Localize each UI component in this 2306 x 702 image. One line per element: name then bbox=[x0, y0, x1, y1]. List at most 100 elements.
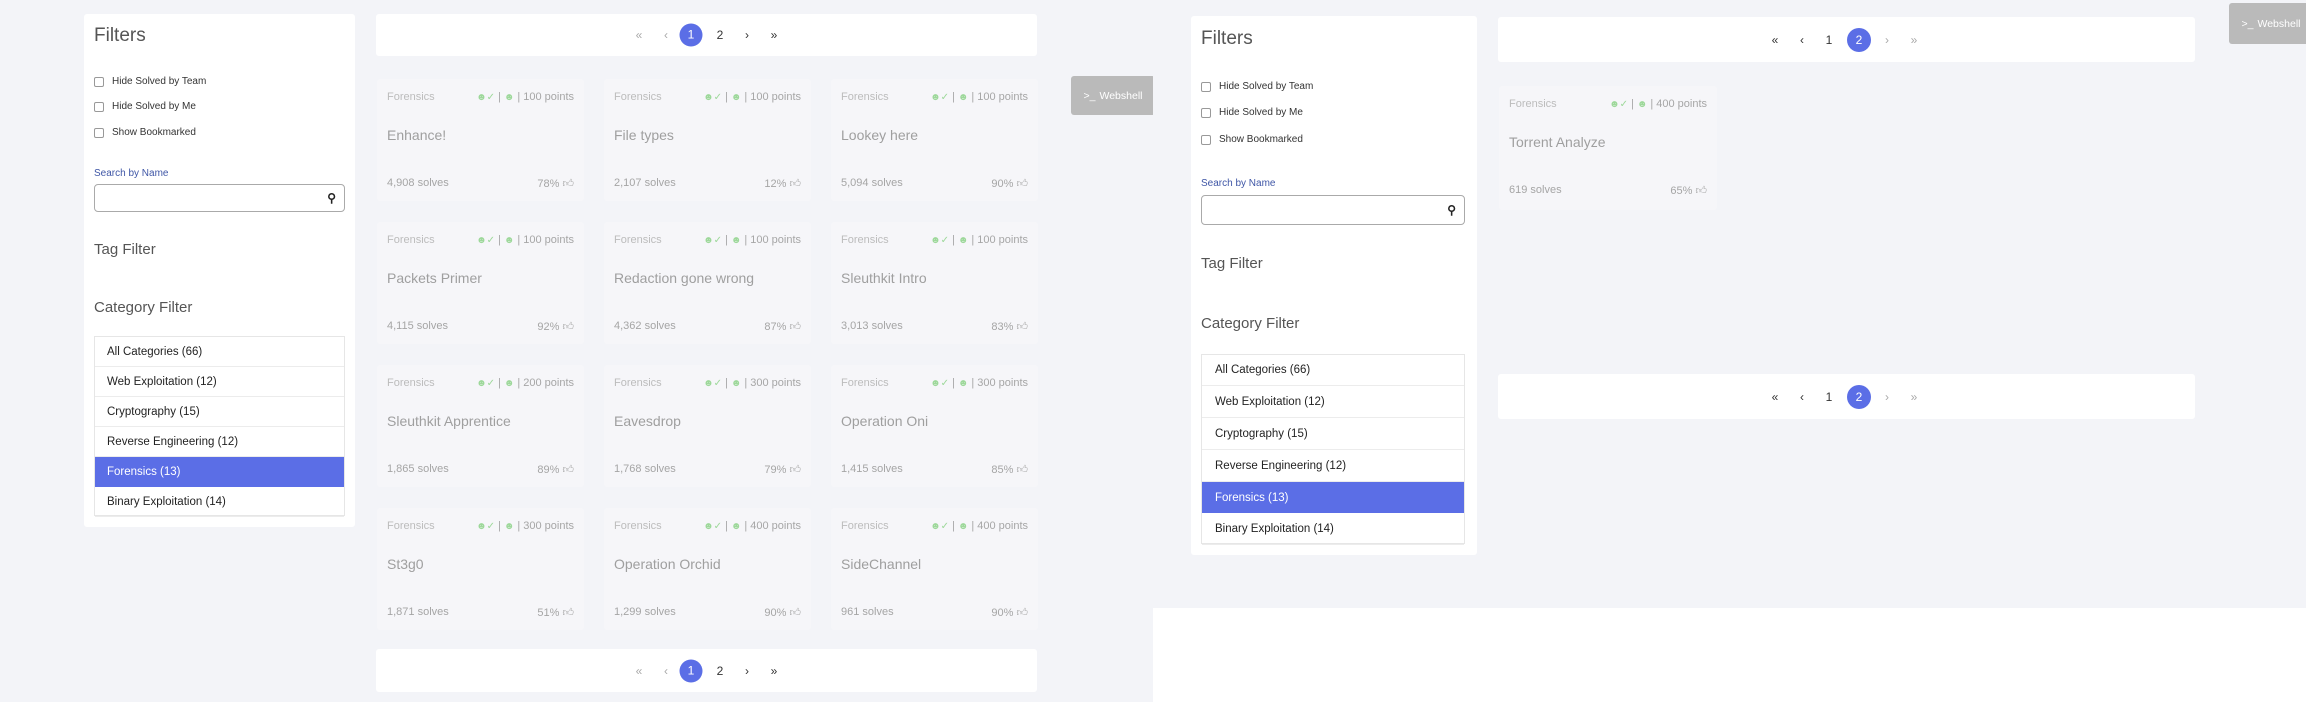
challenge-card[interactable]: Forensics ☻✓ | ☻ | 300 points St3g0 1,871 solve… bbox=[377, 508, 584, 630]
challenge-name: Packets Primer bbox=[387, 270, 482, 286]
thumbs-up-icon: 👍︎ bbox=[1016, 464, 1029, 476]
search-input[interactable]: ⚲ bbox=[1201, 195, 1465, 225]
challenge-card[interactable]: Forensics ☻✓ | ☻ | 100 points Enhance! 4,908 so… bbox=[377, 79, 584, 201]
category-item-forensics[interactable]: Forensics (13) bbox=[1202, 482, 1464, 513]
page-2-button[interactable]: 2 bbox=[717, 664, 724, 678]
first-page-button[interactable]: « bbox=[1772, 33, 1779, 47]
hide-solved-by-team-checkbox[interactable]: Hide Solved by Team bbox=[94, 76, 206, 87]
checkbox-box[interactable] bbox=[1201, 107, 1211, 118]
user-check-icon: ☻✓ bbox=[930, 91, 949, 103]
category-label: All Categories (66) bbox=[107, 345, 203, 358]
user-check-icon: ☻✓ bbox=[476, 91, 495, 103]
last-page-button[interactable]: » bbox=[1911, 33, 1918, 47]
divider: | bbox=[517, 234, 521, 246]
next-page-button[interactable]: › bbox=[745, 664, 749, 678]
category-item-cryptography[interactable]: Cryptography (15) bbox=[1202, 418, 1464, 450]
hide-solved-by-team-checkbox[interactable]: Hide Solved by Team bbox=[1201, 81, 1313, 92]
page-2-button[interactable]: 2 bbox=[1847, 384, 1871, 409]
user-icon: ☻ bbox=[503, 377, 515, 389]
checkbox-box[interactable] bbox=[1201, 81, 1211, 92]
tag-filter-title: Tag Filter bbox=[1201, 255, 1263, 272]
search-icon[interactable]: ⚲ bbox=[1447, 203, 1456, 217]
show-bookmarked-checkbox[interactable]: Show Bookmarked bbox=[94, 127, 196, 138]
page-1-button[interactable]: 1 bbox=[679, 23, 703, 47]
checkbox-box[interactable] bbox=[94, 76, 104, 87]
challenge-card[interactable]: Forensics ☻✓ | ☻ | 200 points Sleuthkit Appren… bbox=[377, 365, 584, 487]
user-icon: ☻ bbox=[503, 91, 515, 103]
category-item-all[interactable]: All Categories (66) bbox=[1202, 355, 1464, 386]
user-icon: ☻ bbox=[730, 520, 742, 532]
first-page-button[interactable]: « bbox=[636, 28, 643, 42]
page-1-button[interactable]: 1 bbox=[679, 659, 703, 682]
challenge-category: Forensics bbox=[841, 377, 889, 389]
challenge-points: ☻✓ | ☻ | 100 points bbox=[930, 91, 1028, 103]
challenge-card[interactable]: Forensics ☻✓ | ☻ | 400 points SideChannel 961 s… bbox=[831, 508, 1038, 630]
challenge-card[interactable]: Forensics ☻✓ | ☻ | 300 points Eavesdrop 1,768 s… bbox=[604, 365, 811, 487]
user-icon: ☻ bbox=[503, 234, 515, 246]
challenge-card[interactable]: Forensics ☻✓ | ☻ | 300 points Operation Oni 1,4… bbox=[831, 365, 1038, 487]
show-bookmarked-checkbox[interactable]: Show Bookmarked bbox=[1201, 134, 1303, 145]
checkbox-label: Hide Solved by Team bbox=[1219, 81, 1314, 92]
challenge-points: ☻✓ | ☻ | 400 points bbox=[703, 520, 801, 532]
category-item-cryptography[interactable]: Cryptography (15) bbox=[95, 397, 344, 427]
thumbs-up-icon: 👍︎ bbox=[1695, 185, 1708, 197]
prev-page-button[interactable]: ‹ bbox=[664, 28, 668, 42]
category-label: Forensics (13) bbox=[107, 466, 181, 478]
page-2-button[interactable]: 2 bbox=[717, 28, 724, 42]
category-item-web-exploitation[interactable]: Web Exploitation (12) bbox=[1202, 386, 1464, 418]
next-page-button[interactable]: › bbox=[745, 28, 749, 42]
search-icon[interactable]: ⚲ bbox=[327, 191, 336, 205]
category-item-web-exploitation[interactable]: Web Exploitation (12) bbox=[95, 367, 344, 397]
rating-value: 89% bbox=[537, 464, 560, 476]
checkbox-box[interactable] bbox=[94, 127, 104, 138]
prev-page-button[interactable]: ‹ bbox=[664, 664, 668, 678]
hide-solved-by-me-checkbox[interactable]: Hide Solved by Me bbox=[1201, 107, 1303, 118]
challenge-solves: 1,299 solves bbox=[614, 606, 676, 618]
search-input[interactable]: ⚲ bbox=[94, 184, 345, 212]
category-item-binary-exploitation[interactable]: Binary Exploitation (14) bbox=[95, 487, 344, 517]
category-item-all[interactable]: All Categories (66) bbox=[95, 337, 344, 367]
checkbox-box[interactable] bbox=[94, 101, 104, 112]
hide-solved-by-me-checkbox[interactable]: Hide Solved by Me bbox=[94, 101, 196, 112]
challenge-card[interactable]: Forensics ☻✓ | ☻ | 100 points Redaction gone w… bbox=[604, 222, 811, 344]
challenge-card[interactable]: Forensics ☻✓ | ☻ | 100 points File types 2,107 … bbox=[604, 79, 811, 201]
page-1-button[interactable]: 1 bbox=[1826, 390, 1833, 404]
last-page-button[interactable]: » bbox=[1911, 390, 1918, 404]
challenge-card[interactable]: Forensics ☻✓ | ☻ | 100 points Sleuthkit Intro 3… bbox=[831, 222, 1038, 344]
next-page-button[interactable]: › bbox=[1885, 33, 1889, 47]
search-label: Search by Name bbox=[94, 168, 169, 179]
category-filter-title: Category Filter bbox=[1201, 315, 1300, 332]
category-item-reverse-engineering[interactable]: Reverse Engineering (12) bbox=[95, 427, 344, 457]
category-label: Cryptography (15) bbox=[1215, 427, 1308, 440]
challenge-name: Lookey here bbox=[841, 127, 919, 143]
challenge-solves: 4,115 solves bbox=[387, 320, 448, 332]
prev-page-button[interactable]: ‹ bbox=[1800, 33, 1804, 47]
terminal-icon: >_ bbox=[1083, 89, 1096, 102]
webshell-button[interactable]: >_ Webshell bbox=[2229, 3, 2306, 44]
user-check-icon: ☻✓ bbox=[703, 91, 722, 103]
challenge-solves: 1,415 solves bbox=[841, 463, 903, 475]
prev-page-button[interactable]: ‹ bbox=[1800, 390, 1804, 404]
first-page-button[interactable]: « bbox=[1772, 390, 1779, 404]
challenge-card[interactable]: Forensics ☻✓ | ☻ | 100 points Lookey here 5,094… bbox=[831, 79, 1038, 201]
challenge-card[interactable]: Forensics ☻✓ | ☻ | 400 points Operation Orchid… bbox=[604, 508, 811, 630]
webshell-button[interactable]: >_ Webshell bbox=[1071, 76, 1153, 115]
category-item-forensics[interactable]: Forensics (13) bbox=[95, 457, 344, 487]
category-item-reverse-engineering[interactable]: Reverse Engineering (12) bbox=[1202, 450, 1464, 482]
challenge-card[interactable]: Forensics ☻✓ | ☻ | 400 points Torrent Analyze 6… bbox=[1499, 86, 1717, 210]
divider: | bbox=[971, 234, 975, 246]
user-check-icon: ☻✓ bbox=[930, 234, 949, 246]
challenge-solves: 619 solves bbox=[1509, 184, 1562, 196]
checkbox-box[interactable] bbox=[1201, 134, 1211, 145]
checkbox-label: Hide Solved by Me bbox=[112, 101, 196, 112]
page-1-button[interactable]: 1 bbox=[1826, 33, 1833, 47]
last-page-button[interactable]: » bbox=[771, 28, 778, 42]
challenge-name: SideChannel bbox=[841, 556, 922, 572]
first-page-button[interactable]: « bbox=[636, 664, 643, 678]
rating-value: 90% bbox=[991, 607, 1014, 619]
last-page-button[interactable]: » bbox=[771, 664, 778, 678]
page-2-button[interactable]: 2 bbox=[1847, 27, 1871, 52]
category-item-binary-exploitation[interactable]: Binary Exploitation (14) bbox=[1202, 513, 1464, 545]
next-page-button[interactable]: › bbox=[1885, 390, 1889, 404]
challenge-card[interactable]: Forensics ☻✓ | ☻ | 100 points Packets Primer 4,… bbox=[377, 222, 584, 344]
